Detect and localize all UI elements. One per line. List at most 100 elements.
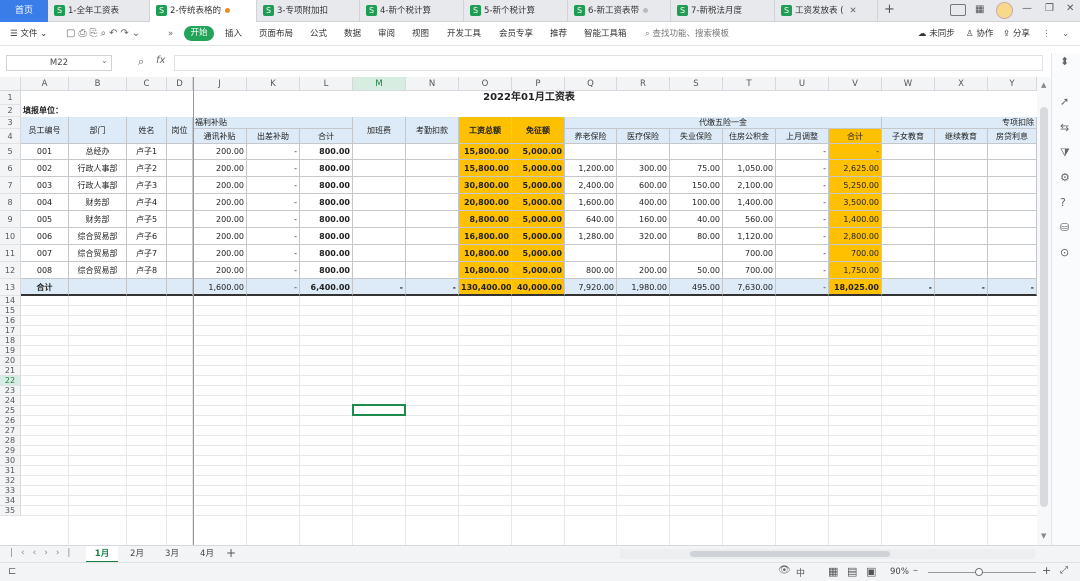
row-header-30[interactable]: 30	[0, 456, 21, 466]
sheet-title[interactable]: 2022年01月工资表	[21, 91, 1037, 105]
format-icon[interactable]: ⇆	[1060, 121, 1069, 134]
data-cell[interactable]: 200.00	[193, 160, 247, 177]
row-header-12[interactable]: 12	[0, 262, 21, 279]
data-cell[interactable]	[882, 160, 935, 177]
data-cell[interactable]: 5,000.00	[512, 160, 565, 177]
data-cell[interactable]	[406, 177, 459, 194]
eye-protect-icon[interactable]: 👁	[778, 565, 791, 576]
data-cell[interactable]: 综合贸易部	[69, 228, 127, 245]
zoom-icon[interactable]: ⌕	[138, 55, 144, 69]
doc-tab-4[interactable]: S 4-新个税计算	[360, 0, 464, 22]
data-cell[interactable]: 16,800.00	[459, 228, 512, 245]
data-cell[interactable]: 200.00	[193, 194, 247, 211]
data-cell[interactable]: 卢子1	[127, 144, 167, 160]
menu-view[interactable]: 视图	[412, 22, 429, 46]
menu-data[interactable]: 数据	[344, 22, 361, 46]
data-cell[interactable]: 100.00	[670, 194, 723, 211]
data-cell[interactable]	[167, 245, 193, 262]
row-header-22[interactable]: 22	[0, 376, 21, 386]
more-icon[interactable]: »	[168, 22, 173, 46]
data-cell[interactable]	[167, 262, 193, 279]
menu-recommend[interactable]: 推荐	[550, 22, 567, 46]
data-cell[interactable]	[167, 194, 193, 211]
input-method[interactable]: 中	[796, 566, 805, 579]
row-header-34[interactable]: 34	[0, 496, 21, 506]
header-edu[interactable]: 继续教育	[935, 129, 988, 144]
data-cell[interactable]: 5,250.00	[829, 177, 882, 194]
data-cell[interactable]: 2,625.00	[829, 160, 882, 177]
data-cell[interactable]: 卢子5	[127, 211, 167, 228]
new-tab-button[interactable]: +	[884, 2, 895, 17]
row-header-21[interactable]: 21	[0, 366, 21, 376]
header-sum[interactable]: 合计	[300, 129, 353, 144]
data-cell[interactable]: 综合贸易部	[69, 245, 127, 262]
menu-review[interactable]: 审阅	[378, 22, 395, 46]
row-header-16[interactable]: 16	[0, 316, 21, 326]
data-cell[interactable]: 1,750.00	[829, 262, 882, 279]
sheet-tab-mar[interactable]: 3月	[157, 546, 187, 563]
header-comm[interactable]: 通讯补贴	[193, 129, 247, 144]
data-cell[interactable]: 财务部	[69, 194, 127, 211]
data-cell[interactable]	[988, 177, 1037, 194]
data-cell[interactable]: 200.00	[193, 211, 247, 228]
data-cell[interactable]: 总经办	[69, 144, 127, 160]
data-cell[interactable]	[935, 194, 988, 211]
expand-icon[interactable]: ⬍	[1060, 55, 1069, 68]
data-cell[interactable]	[988, 194, 1037, 211]
doc-tab-1[interactable]: S 1-全年工资表	[48, 0, 150, 22]
data-cell[interactable]: 007	[21, 245, 69, 262]
row-header-7[interactable]: 7	[0, 177, 21, 194]
data-cell[interactable]	[406, 144, 459, 160]
column-header-p[interactable]: P	[512, 77, 565, 91]
data-cell[interactable]	[617, 245, 670, 262]
row-header-6[interactable]: 6	[0, 160, 21, 177]
data-cell[interactable]	[882, 245, 935, 262]
total-cell[interactable]	[69, 279, 127, 296]
doc-tab-7[interactable]: S 7-新税法月度	[671, 0, 775, 22]
restore-icon[interactable]: ❐	[1045, 3, 1054, 14]
data-cell[interactable]	[935, 144, 988, 160]
column-header-y[interactable]: Y	[988, 77, 1037, 91]
formula-input[interactable]	[174, 55, 1043, 71]
data-cell[interactable]: 5,000.00	[512, 144, 565, 160]
header-name[interactable]: 姓名	[127, 117, 167, 144]
data-cell[interactable]: -	[776, 194, 829, 211]
total-cell[interactable]: 18,025.00	[829, 279, 882, 296]
cursor-icon[interactable]: ➚	[1060, 95, 1069, 108]
data-cell[interactable]: 006	[21, 228, 69, 245]
data-cell[interactable]: -	[247, 262, 300, 279]
data-cell[interactable]	[353, 262, 406, 279]
vertical-scroll-thumb[interactable]	[1040, 107, 1048, 507]
data-cell[interactable]	[882, 194, 935, 211]
data-cell[interactable]: 800.00	[300, 177, 353, 194]
data-cell[interactable]: 008	[21, 262, 69, 279]
row-header-1[interactable]: 1	[0, 91, 21, 105]
normal-view-icon[interactable]: ▦	[828, 565, 838, 578]
header-child[interactable]: 子女教育	[882, 129, 935, 144]
data-cell[interactable]: 1,400.00	[723, 194, 776, 211]
fullscreen-icon[interactable]: ⤢	[1060, 565, 1068, 576]
data-cell[interactable]	[988, 144, 1037, 160]
column-header-o[interactable]: O	[459, 77, 512, 91]
total-cell[interactable]: -	[935, 279, 988, 296]
sheet-tab-feb[interactable]: 2月	[122, 546, 152, 563]
data-cell[interactable]: 800.00	[300, 194, 353, 211]
data-cell[interactable]	[882, 228, 935, 245]
data-cell[interactable]: 200.00	[193, 262, 247, 279]
sheet-tab-jan[interactable]: 1月	[86, 546, 118, 563]
data-cell[interactable]: 行政人事部	[69, 160, 127, 177]
row-header-2[interactable]: 2	[0, 105, 21, 117]
column-header-k[interactable]: K	[247, 77, 300, 91]
data-cell[interactable]	[882, 144, 935, 160]
home-tab[interactable]: 首页	[0, 0, 48, 22]
total-cell[interactable]: 7,630.00	[723, 279, 776, 296]
data-cell[interactable]: 5,000.00	[512, 245, 565, 262]
data-cell[interactable]: 5,000.00	[512, 262, 565, 279]
data-cell[interactable]	[353, 211, 406, 228]
row-header-25[interactable]: 25	[0, 406, 21, 416]
data-cell[interactable]: 200.00	[617, 262, 670, 279]
menu-formula[interactable]: 公式	[310, 22, 327, 46]
close-tab-icon[interactable]: ✕	[850, 6, 857, 16]
total-cell[interactable]: -	[776, 279, 829, 296]
backup-icon[interactable]: ⛁	[1060, 221, 1069, 234]
